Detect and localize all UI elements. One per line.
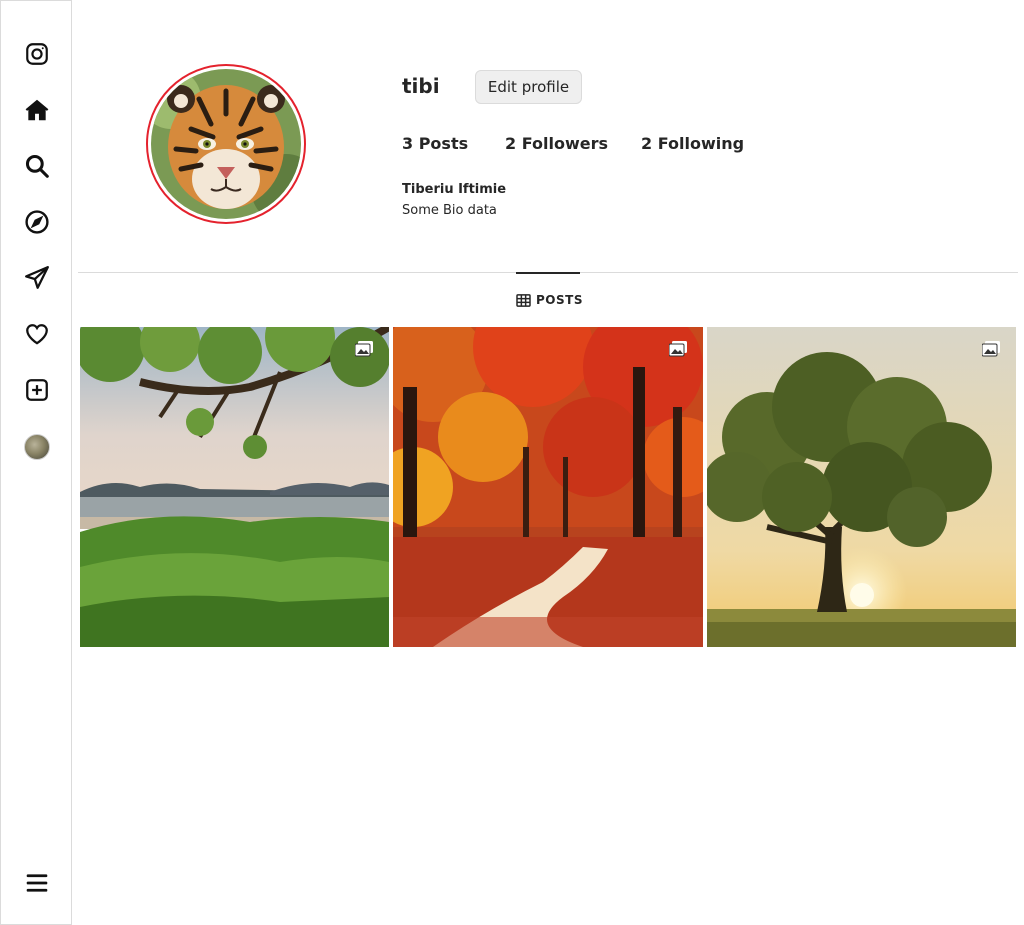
bio-text: Some Bio data	[402, 203, 497, 218]
create-post-icon[interactable]	[23, 376, 51, 404]
gallery-icon	[355, 341, 373, 357]
username: tibi	[402, 74, 440, 98]
profile-avatar[interactable]	[24, 434, 50, 460]
gallery-icon	[669, 341, 687, 357]
explore-compass-icon[interactable]	[23, 208, 51, 236]
search-icon[interactable]	[23, 152, 51, 180]
instagram-logo-icon[interactable]	[23, 40, 51, 68]
tab-posts[interactable]: POSTS	[516, 291, 583, 309]
tropical-beach-image	[80, 327, 389, 647]
following-count[interactable]: 2 Following	[641, 134, 744, 154]
grid-icon	[516, 293, 531, 307]
edit-profile-button[interactable]: Edit profile	[475, 70, 582, 104]
post-tile[interactable]	[393, 327, 703, 647]
messages-send-icon[interactable]	[23, 264, 51, 292]
sidebar	[0, 0, 72, 925]
active-tab-indicator	[516, 272, 580, 274]
full-name: Tiberiu Iftimie	[402, 182, 507, 197]
lone-tree-sunset-image	[707, 327, 1016, 647]
post-tile[interactable]	[707, 327, 1016, 647]
more-menu-icon[interactable]	[23, 869, 51, 897]
gallery-icon	[982, 341, 1000, 357]
autumn-forest-image	[393, 327, 703, 647]
tiger-profile-image	[151, 69, 301, 219]
notifications-heart-icon[interactable]	[23, 320, 51, 348]
post-tile[interactable]	[80, 327, 389, 647]
home-icon[interactable]	[23, 96, 51, 124]
followers-count[interactable]: 2 Followers	[505, 134, 608, 154]
posts-count: 3 Posts	[402, 134, 469, 153]
profile-picture[interactable]	[146, 64, 306, 224]
tab-posts-label: POSTS	[536, 293, 583, 307]
